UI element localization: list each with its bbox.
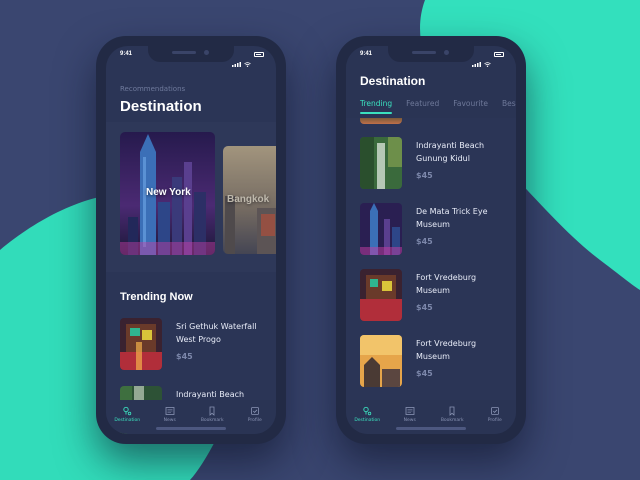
list-item[interactable]: Sri Gethuk Waterfall West Progo $45	[120, 318, 270, 372]
phone-notch	[148, 46, 234, 62]
pin-icon	[363, 406, 372, 416]
wifi-icon	[484, 52, 491, 67]
tab-profile[interactable]: Profile	[475, 406, 515, 423]
item-title: Fort Vredeburg Museum	[416, 339, 477, 361]
item-thumbnail	[120, 318, 162, 370]
item-price: $45	[416, 369, 433, 378]
phone-notch	[388, 46, 474, 62]
carousel-card-label: Bangkok	[227, 194, 270, 205]
tab-label: Profile	[487, 418, 502, 423]
tab-label: Destination	[114, 418, 141, 423]
right-phone-screen: 9:41 Destination Trending Featured Favou…	[346, 46, 516, 434]
tab-best[interactable]: Bes	[502, 99, 516, 108]
tab-trending[interactable]: Trending	[360, 99, 393, 114]
profile-icon	[250, 407, 259, 415]
item-thumbnail	[360, 269, 402, 321]
list-item[interactable]: Fort Vredeburg Museum $45	[360, 335, 510, 389]
tab-featured[interactable]: Featured	[406, 99, 439, 108]
item-price: $45	[176, 352, 193, 361]
status-time: 9:41	[360, 51, 373, 57]
carousel-card-new-york[interactable]: New York	[120, 132, 215, 255]
wifi-icon	[244, 52, 251, 67]
bottom-tab-bar: Destination News Bookmark Profile	[106, 400, 276, 434]
item-thumbnail	[360, 203, 402, 255]
tab-bookmark[interactable]: Bookmark	[432, 406, 472, 423]
tab-news[interactable]: News	[390, 406, 430, 423]
pin-icon	[123, 406, 132, 416]
home-indicator	[396, 427, 466, 430]
item-price: $45	[416, 237, 433, 246]
category-tabs: Trending Featured Favourite Bes	[360, 99, 516, 114]
subheading: Recommendations	[120, 85, 186, 93]
tab-favourite[interactable]: Favourite	[453, 99, 488, 108]
bookmark-icon	[209, 406, 215, 416]
tab-bookmark[interactable]: Bookmark	[192, 406, 232, 423]
item-thumbnail	[360, 137, 402, 189]
status-icons	[232, 52, 264, 67]
tab-destination[interactable]: Destination	[347, 406, 387, 423]
list-item[interactable]: Indrayanti Beach Gunung Kidul $45	[360, 137, 510, 191]
carousel-card-bangkok[interactable]: Bangkok	[223, 146, 276, 254]
left-phone: 9:41 Recommendations Destination New Yor…	[96, 36, 286, 444]
tab-label: Bookmark	[200, 418, 224, 423]
item-title: Indrayanti Beach Gunung Kidul	[416, 141, 485, 163]
left-phone-screen: 9:41 Recommendations Destination New Yor…	[106, 46, 276, 434]
bookmark-icon	[449, 406, 455, 416]
item-title: Fort Vredeburg Museum	[416, 273, 477, 295]
bottom-tab-bar: Destination News Bookmark Profile	[346, 400, 516, 434]
news-icon	[405, 407, 415, 415]
tab-label: Bookmark	[440, 418, 464, 423]
list-item[interactable]: Fort Vredeburg Museum $45	[360, 269, 510, 323]
tab-label: News	[163, 418, 176, 423]
item-thumbnail	[360, 335, 402, 387]
tab-destination[interactable]: Destination	[107, 406, 147, 423]
tab-label: Profile	[247, 418, 262, 423]
profile-icon	[490, 407, 499, 415]
list-item[interactable]: De Mata Trick Eye Museum $45	[360, 203, 510, 257]
item-title: Sri Gethuk Waterfall West Progo	[176, 322, 257, 344]
item-price: $45	[416, 303, 433, 312]
tab-label: News	[403, 418, 416, 423]
right-phone: 9:41 Destination Trending Featured Favou…	[336, 36, 526, 444]
carousel-card-label: New York	[146, 187, 191, 198]
battery-icon	[494, 52, 504, 57]
home-indicator	[156, 427, 226, 430]
tab-profile[interactable]: Profile	[235, 406, 275, 423]
page-title: Destination	[120, 98, 202, 115]
status-time: 9:41	[120, 51, 133, 57]
section-title: Trending Now	[120, 291, 193, 303]
page-title: Destination	[360, 74, 426, 88]
scrolled-item-peek	[360, 118, 402, 124]
tab-news[interactable]: News	[150, 406, 190, 423]
item-title: De Mata Trick Eye Museum	[416, 207, 488, 229]
tab-label: Destination	[354, 418, 381, 423]
item-price: $45	[416, 171, 433, 180]
news-icon	[165, 407, 175, 415]
destination-carousel: New York Bangkok	[106, 122, 276, 272]
battery-icon	[254, 52, 264, 57]
status-icons	[472, 52, 504, 67]
